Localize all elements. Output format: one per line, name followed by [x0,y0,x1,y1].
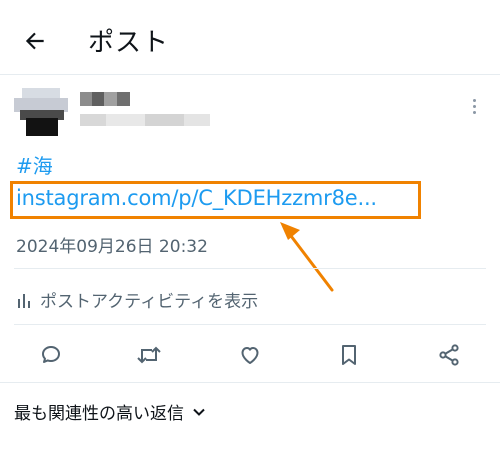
reply-sort-dropdown[interactable]: 最も関連性の高い返信 [14,399,208,424]
like-button[interactable] [235,340,265,370]
timestamp-divider [14,268,486,269]
arrow-left-icon [25,32,44,50]
author-name-blurred[interactable] [80,92,130,106]
post-timestamp: 2024年09月26日 20:32 [16,237,208,257]
action-divider [0,382,500,383]
activity-divider [14,324,486,325]
bookmark-button[interactable] [334,340,364,370]
header-divider [0,74,500,75]
top-bar: ポスト [0,0,500,74]
hashtag-link[interactable]: #海 [16,150,53,179]
avatar[interactable] [14,88,68,136]
more-options-icon[interactable] [466,99,482,121]
author-handle-blurred [80,114,210,126]
instagram-link[interactable]: instagram.com/p/C_KDEHzzmr8e... [16,186,377,210]
repost-icon [137,346,161,364]
share-icon [439,344,459,366]
back-button[interactable] [18,24,52,58]
post-activity-label: ポストアクティビティを表示 [40,292,259,312]
annotation-arrow-icon [280,222,334,292]
action-bar [0,326,500,382]
heart-icon [241,347,259,364]
reply-icon [42,346,60,363]
share-button[interactable] [434,340,464,370]
page-title: ポスト [88,28,170,58]
repost-button[interactable] [134,340,164,370]
bookmark-icon [342,345,356,365]
bar-chart-icon [18,293,30,308]
reply-button[interactable] [36,340,66,370]
reply-sort-label: 最も関連性の高い返信 [14,404,184,424]
post-activity-link[interactable]: ポストアクティビティを表示 [16,287,258,312]
chevron-down-icon [193,408,205,416]
